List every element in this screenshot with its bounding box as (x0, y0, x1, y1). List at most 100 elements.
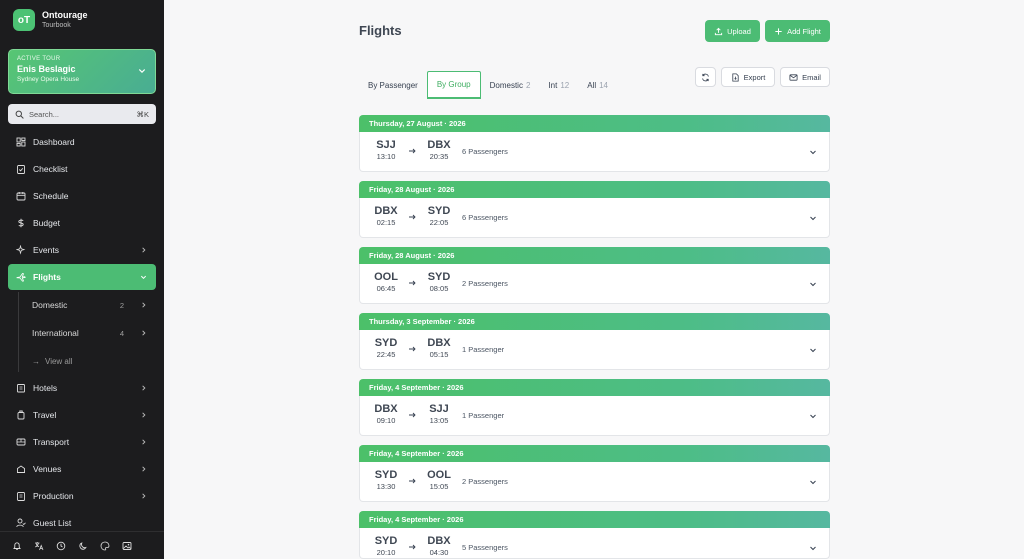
origin-code: SJJ (376, 139, 396, 151)
tab-all[interactable]: All 14 (578, 71, 617, 99)
group-date: Friday, 4 September · 2026 (359, 379, 830, 396)
sidebar-item-dashboard[interactable]: Dashboard (8, 131, 156, 153)
sidebar-item-label: Flights (33, 272, 61, 282)
tab-by-group[interactable]: By Group (426, 71, 481, 99)
refresh-button[interactable] (695, 67, 716, 87)
search-icon (15, 110, 24, 119)
palette-icon[interactable] (100, 541, 110, 551)
chevron-right-icon (142, 439, 146, 445)
tab-label: By Passenger (368, 80, 418, 90)
departure-time: 22:45 (376, 350, 396, 359)
origin-code: SYD (374, 469, 398, 481)
plus-icon (775, 27, 782, 35)
chevron-down-icon[interactable] (809, 148, 817, 156)
sidebar-item-transport[interactable]: Transport (8, 431, 156, 453)
search-shortcut: ⌘K (136, 109, 149, 119)
sidebar-subitem-label: International (32, 328, 79, 338)
passenger-count: 6 Passengers (462, 213, 508, 222)
arrival-time: 05:15 (429, 350, 449, 359)
chevron-right-icon (142, 385, 146, 391)
sidebar-subitem-view-all[interactable]: → View all (32, 352, 156, 370)
destination-code: SYD (427, 205, 451, 217)
arrival-time: 13:05 (429, 416, 449, 425)
flight-group: Friday, 28 August · 2026 OOL 06:45 SYD 08:… (359, 247, 830, 304)
add-flight-button[interactable]: Add Flight (765, 20, 830, 42)
sidebar-item-label: Hotels (33, 383, 58, 393)
tab-count: 12 (560, 80, 570, 90)
search-input[interactable] (29, 109, 129, 119)
bell-icon[interactable] (12, 541, 22, 551)
flight-card[interactable]: DBX 02:15 SYD 22:05 6 Passengers (359, 198, 830, 238)
active-tour-venue: Sydney Opera House (17, 76, 80, 83)
chevron-down-icon[interactable] (809, 214, 817, 222)
sidebar-item-events[interactable]: Events (8, 239, 156, 261)
plane-icon (16, 273, 26, 282)
upload-button[interactable]: Upload (705, 20, 760, 42)
flight-card[interactable]: OOL 06:45 SYD 08:05 2 Passengers (359, 264, 830, 304)
dashboard-icon (16, 137, 26, 147)
brand[interactable]: oT Ontourage Tourbook (13, 9, 88, 31)
destination-code: DBX (427, 337, 451, 349)
active-tour-selector[interactable]: ACTIVE TOUR Enis Beslagic Sydney Opera H… (8, 49, 156, 94)
chevron-down-icon (139, 69, 145, 73)
sidebar-item-budget[interactable]: Budget (8, 212, 156, 234)
sidebar-item-flights[interactable]: Flights (8, 264, 156, 290)
sidebar-subitem-international[interactable]: International 4 (32, 324, 156, 342)
user-check-icon (16, 518, 26, 528)
arrival-time: 15:05 (429, 482, 449, 491)
arrow-right-icon (409, 346, 416, 352)
chevron-right-icon (142, 493, 146, 499)
sidebar-item-production[interactable]: Production (8, 485, 156, 507)
departure-time: 06:45 (376, 284, 396, 293)
flight-card[interactable]: DBX 09:10 SJJ 13:05 1 Passenger (359, 396, 830, 436)
search-bar[interactable]: ⌘K (8, 104, 156, 124)
clock-icon[interactable] (56, 541, 66, 551)
chevron-right-icon (142, 412, 146, 418)
translate-icon[interactable] (34, 541, 44, 551)
passenger-count: 2 Passengers (462, 279, 508, 288)
sidebar-item-label: Events (33, 245, 59, 255)
sidebar-item-label: Transport (33, 437, 70, 447)
sidebar-item-hotels[interactable]: Hotels (8, 377, 156, 399)
passenger-count: 1 Passenger (462, 411, 505, 420)
chevron-down-icon[interactable] (809, 346, 817, 354)
group-date: Thursday, 3 September · 2026 (359, 313, 830, 330)
flight-card[interactable]: SJJ 13:10 DBX 20:35 6 Passengers (359, 132, 830, 172)
arrow-right-icon (409, 214, 416, 220)
chevron-down-icon[interactable] (809, 280, 817, 288)
sidebar-item-label: Dashboard (33, 137, 75, 147)
sidebar-item-checklist[interactable]: Checklist (8, 158, 156, 180)
tab-count: 14 (599, 80, 609, 90)
sidebar-subitem-count: 2 (119, 300, 124, 310)
tab-int[interactable]: Int 12 (539, 71, 578, 99)
image-icon[interactable] (122, 541, 132, 551)
upload-icon (715, 27, 723, 35)
email-button[interactable]: Email (780, 67, 830, 87)
destination-code: DBX (427, 139, 451, 151)
flight-card[interactable]: SYD 13:30 OOL 15:05 2 Passengers (359, 462, 830, 502)
moon-icon[interactable] (78, 541, 88, 551)
destination-code: SYD (427, 271, 451, 283)
chevron-right-icon (142, 330, 146, 336)
arrival-time: 20:35 (429, 152, 449, 161)
sidebar-subitem-domestic[interactable]: Domestic 2 (32, 296, 156, 314)
flight-group: Thursday, 27 August · 2026 SJJ 13:10 DBX 2… (359, 115, 830, 172)
origin-code: SYD (374, 337, 398, 349)
chevron-down-icon[interactable] (809, 544, 817, 552)
departure-time: 02:15 (376, 218, 396, 227)
export-button[interactable]: Export (721, 67, 775, 87)
sidebar-item-label: Checklist (33, 164, 68, 174)
arrow-right-icon: → (32, 356, 40, 366)
tab-by-passenger[interactable]: By Passenger (359, 71, 427, 99)
tab-domestic[interactable]: Domestic 2 (481, 71, 540, 99)
sidebar-subitem-label: View all (45, 356, 73, 366)
sidebar-item-venues[interactable]: Venues (8, 458, 156, 480)
chevron-down-icon[interactable] (809, 478, 817, 486)
sidebar-item-travel[interactable]: Travel (8, 404, 156, 426)
chevron-down-icon[interactable] (809, 412, 817, 420)
chevron-down-icon (140, 275, 147, 279)
flight-card[interactable]: SYD 22:45 DBX 05:15 1 Passenger (359, 330, 830, 370)
flight-card[interactable]: SYD 20:10 DBX 04:30 5 Passengers (359, 528, 830, 559)
app-name: Ontourage (42, 10, 88, 20)
sidebar-item-schedule[interactable]: Schedule (8, 185, 156, 207)
